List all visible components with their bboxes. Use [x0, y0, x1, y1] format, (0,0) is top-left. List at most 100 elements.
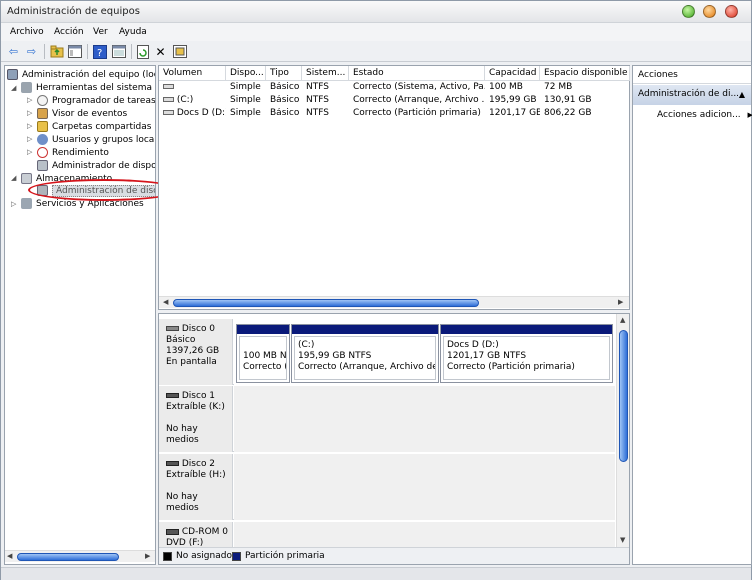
tree-task-scheduler[interactable]: Programador de tareas [37, 94, 155, 107]
drive-icon [163, 84, 174, 89]
tree-root[interactable]: Administración del equipo (loca [7, 68, 155, 81]
removable-disk-icon [166, 461, 179, 466]
scroll-left-icon[interactable]: ◀ [7, 552, 12, 560]
properties-icon[interactable] [111, 44, 126, 59]
volume-horizontal-scrollbar[interactable]: ◀ ▶ [159, 296, 629, 308]
clock-icon [37, 95, 48, 106]
app-window: Administración de equipos Archivo Acción… [0, 0, 752, 580]
disk-row: Disco 2 Extraíble (H:) No hay medios [159, 454, 615, 520]
column-status[interactable]: Estado [349, 66, 485, 81]
partition-system[interactable]: 100 MB NTFS Correcto (S [236, 324, 290, 383]
capacity-cell: 100 MB [489, 82, 523, 92]
actions-title: Acciones [633, 66, 751, 84]
delete-icon[interactable]: ✕ [153, 44, 168, 59]
volume-cell [159, 82, 226, 95]
disk-icon [166, 326, 179, 331]
scroll-left-icon[interactable]: ◀ [163, 298, 168, 306]
column-volume[interactable]: Volumen [159, 66, 226, 81]
disk-row: Disco 1 Extraíble (K:) No hay medios [159, 386, 615, 452]
collapsed-arrow-icon[interactable]: ▷ [11, 200, 16, 208]
tree-horizontal-scrollbar[interactable]: ◀ ▶ [5, 550, 155, 562]
forward-icon[interactable]: ⇨ [24, 44, 39, 59]
toolbar: ⇦ ⇨ ? ✕ [1, 41, 751, 62]
collapsed-arrow-icon[interactable]: ▷ [27, 135, 32, 143]
scrollbar-thumb[interactable] [17, 553, 119, 561]
collapsed-arrow-icon[interactable]: ▷ [27, 148, 32, 156]
column-free-space[interactable]: Espacio disponible [540, 66, 630, 81]
help-icon[interactable]: ? [92, 44, 107, 59]
collapsed-arrow-icon[interactable]: ▷ [27, 96, 32, 104]
disk-label[interactable]: Disco 0 Básico 1397,26 GB En pantalla [159, 319, 233, 385]
up-folder-icon[interactable] [49, 44, 64, 59]
legend-primary: Partición primaria [245, 551, 325, 561]
expand-arrow-icon[interactable]: ◢ [11, 84, 16, 92]
scrollbar-thumb[interactable] [619, 330, 628, 462]
tree-system-tools[interactable]: Herramientas del sistema [21, 81, 152, 94]
menu-archivo[interactable]: Archivo [10, 27, 44, 37]
partition-d[interactable]: Docs D (D:) 1201,17 GB NTFS Correcto (Pa… [440, 324, 613, 383]
console-tree: Administración del equipo (loca ◢ Herram… [4, 65, 156, 565]
actions-section-disk-management[interactable]: Administración de di... ▲ [633, 85, 751, 105]
type-cell: Básico [270, 82, 300, 92]
menu-bar: Archivo Acción Ver Ayuda [1, 23, 751, 41]
tree-device-manager[interactable]: Administrador de dispos [37, 159, 155, 172]
volume-list: Volumen Dispo... Tipo Sistem... Estado C… [158, 65, 630, 310]
partition-c[interactable]: (C:) 195,99 GB NTFS Correcto (Arranque, … [291, 324, 439, 383]
storage-icon [21, 173, 32, 184]
device-manager-icon [37, 160, 48, 171]
expand-arrow-icon[interactable]: ◢ [11, 174, 16, 182]
shared-folder-icon [37, 121, 48, 132]
scroll-right-icon[interactable]: ▶ [145, 552, 150, 560]
event-viewer-icon [37, 108, 48, 119]
disk-graphical-view: Disco 0 Básico 1397,26 GB En pantalla 10… [158, 313, 630, 565]
tree-event-viewer[interactable]: Visor de eventos [37, 107, 127, 120]
refresh-icon[interactable] [135, 44, 150, 59]
column-capacity[interactable]: Capacidad [485, 66, 540, 81]
status-cell: Correcto (Arranque, Archivo ... [353, 95, 485, 105]
scroll-down-icon[interactable]: ▼ [620, 536, 625, 544]
column-type[interactable]: Tipo [266, 66, 302, 81]
title-bar: Administración de equipos [1, 1, 751, 23]
scroll-up-icon[interactable]: ▲ [620, 316, 625, 324]
tree-performance[interactable]: Rendimiento [37, 146, 109, 159]
tree-users-groups[interactable]: Usuarios y grupos locale [37, 133, 155, 146]
more-actions[interactable]: Acciones adicion... ▶ [657, 110, 752, 120]
collapsed-arrow-icon[interactable]: ▷ [27, 109, 32, 117]
legend: No asignado Partición primaria [159, 547, 629, 564]
tools-icon [21, 82, 32, 93]
export-icon[interactable] [172, 44, 187, 59]
column-layout[interactable]: Dispo... [226, 66, 266, 81]
window-title: Administración de equipos [7, 6, 140, 17]
volume-cell: (C:) [159, 95, 226, 108]
services-icon [21, 198, 32, 209]
close-button[interactable] [725, 5, 738, 18]
status-bar [1, 567, 751, 580]
maximize-button[interactable] [703, 5, 716, 18]
menu-ayuda[interactable]: Ayuda [119, 27, 147, 37]
graph-vertical-scrollbar[interactable]: ▲ ▼ [616, 314, 629, 547]
back-icon[interactable]: ⇦ [6, 44, 21, 59]
collapse-arrow-icon[interactable]: ▲ [739, 90, 745, 99]
filesystem-cell: NTFS [306, 82, 329, 92]
scroll-right-icon[interactable]: ▶ [618, 298, 623, 306]
drive-icon [163, 110, 174, 115]
capacity-cell: 195,99 GB [489, 95, 537, 105]
filesystem-cell: NTFS [306, 108, 329, 118]
scrollbar-thumb[interactable] [173, 299, 479, 307]
collapsed-arrow-icon[interactable]: ▷ [27, 122, 32, 130]
disk-empty-area [234, 386, 615, 452]
status-cell: Correcto (Partición primaria) [353, 108, 481, 118]
layout-cell: Simple [230, 95, 261, 105]
column-filesystem[interactable]: Sistem... [302, 66, 349, 81]
tree-shared-folders[interactable]: Carpetas compartidas [37, 120, 151, 133]
menu-ver[interactable]: Ver [93, 27, 108, 37]
disk-empty-area [234, 454, 615, 520]
capacity-cell: 1201,17 GB [489, 108, 540, 118]
minimize-button[interactable] [682, 5, 695, 18]
computer-management-icon [7, 69, 18, 80]
console-tree-icon[interactable] [67, 44, 82, 59]
disk-label[interactable]: Disco 1 Extraíble (K:) No hay medios [159, 386, 233, 452]
disk-label[interactable]: Disco 2 Extraíble (H:) No hay medios [159, 454, 233, 520]
menu-accion[interactable]: Acción [54, 27, 84, 37]
volume-cell: Docs D (D:) [159, 108, 226, 121]
